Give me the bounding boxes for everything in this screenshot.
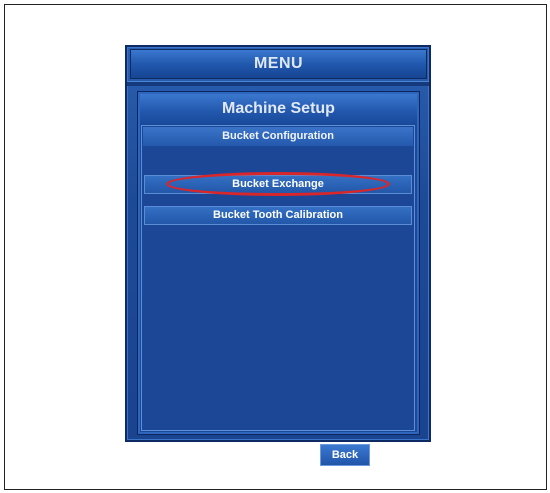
machine-setup-panel: Machine Setup Bucket Configuration Bucke… [137,91,420,466]
back-button[interactable]: Back [320,444,370,466]
menu-item-bucket-tooth-calibration[interactable]: Bucket Tooth Calibration [144,206,412,225]
panel-title: Machine Setup [140,94,417,124]
menu-header[interactable]: MENU [130,49,427,79]
header-divider [127,81,429,86]
display-screen: MENU Machine Setup Bucket Configuration … [125,45,431,466]
page-frame: MENU Machine Setup Bucket Configuration … [4,4,547,490]
menu-item-bucket-exchange[interactable]: Bucket Exchange [144,175,412,194]
menu-list: Bucket Configuration Bucket Exchange Buc… [141,125,415,466]
section-heading-bucket-configuration: Bucket Configuration [143,127,413,146]
